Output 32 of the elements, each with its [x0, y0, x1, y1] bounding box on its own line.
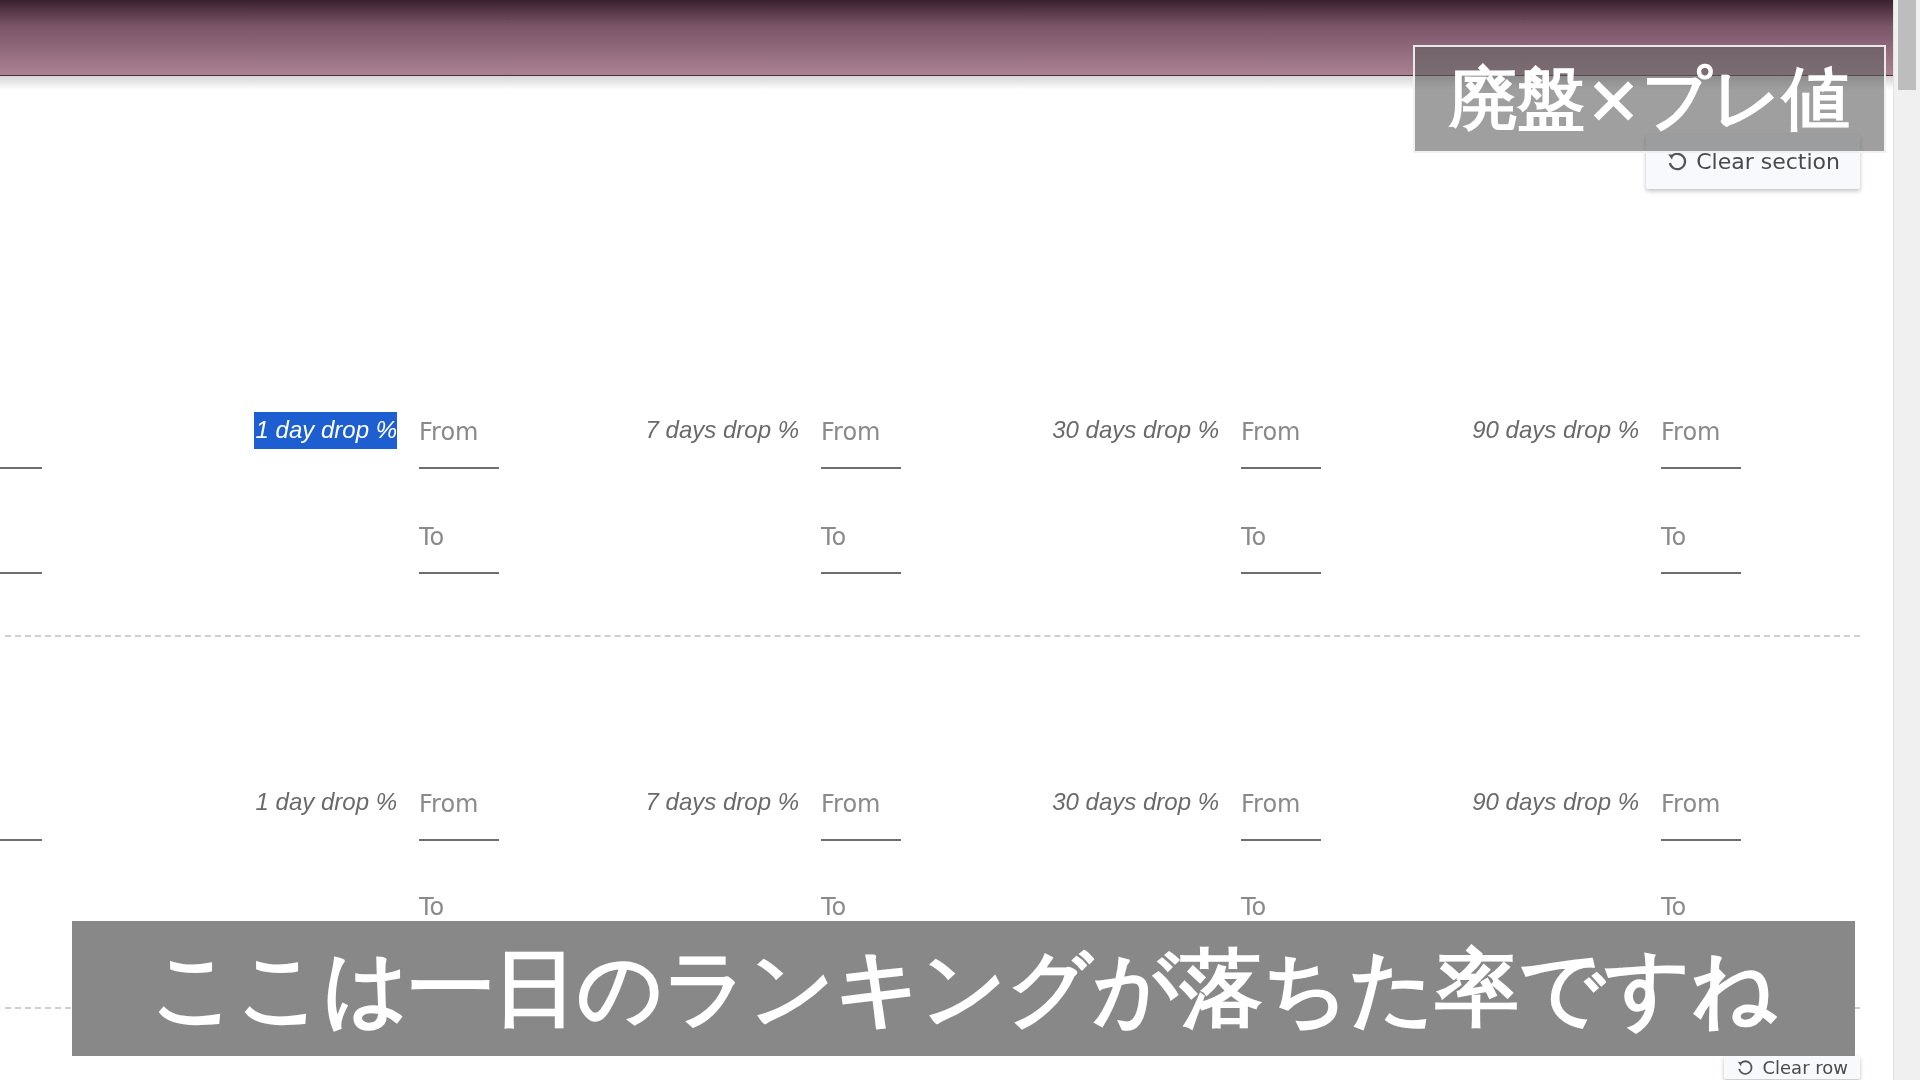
- filter-label: 1 day drop %: [254, 787, 397, 817]
- refresh-icon: [1736, 1058, 1755, 1077]
- filter-label: 1 day drop %: [253, 412, 397, 449]
- input-field[interactable]: From: [1661, 788, 1741, 841]
- input-field[interactable]: To: [419, 521, 499, 574]
- filter-label: 90 days drop %: [1471, 415, 1639, 445]
- filter-label: 7 days drop %: [644, 415, 799, 445]
- input-field[interactable]: To: [821, 521, 901, 574]
- filter-label: 30 days drop %: [1051, 787, 1219, 817]
- input-field[interactable]: From: [821, 416, 901, 469]
- input-field[interactable]: From: [1241, 788, 1321, 841]
- filter-label: 7 days drop %: [644, 787, 799, 817]
- input-field[interactable]: To: [821, 893, 901, 920]
- scrollbar-thumb[interactable]: [1898, 0, 1916, 90]
- input-field[interactable]: From: [1661, 416, 1741, 469]
- input-field[interactable]: To: [419, 893, 499, 920]
- clear-row-button[interactable]: Clear row: [1724, 1056, 1860, 1079]
- input-field[interactable]: To: [1241, 893, 1321, 920]
- clear-section-button[interactable]: Clear section: [1646, 134, 1860, 189]
- scrollbar[interactable]: [1893, 0, 1920, 1080]
- input-field[interactable]: From: [821, 788, 901, 841]
- input-field[interactable]: To: [1661, 893, 1741, 920]
- input-field[interactable]: From: [1241, 416, 1321, 469]
- input-field[interactable]: To: [1661, 521, 1741, 574]
- filter-label: 30 days drop %: [1051, 415, 1219, 445]
- input-field[interactable]: From: [419, 788, 499, 841]
- overlay-title: 廃盤×プレ値: [1413, 45, 1886, 153]
- input-field[interactable]: To: [1241, 521, 1321, 574]
- refresh-icon: [1666, 150, 1689, 173]
- filter-label: 90 days drop %: [1471, 787, 1639, 817]
- input-field[interactable]: From: [419, 416, 499, 469]
- subtitle-caption: ここは一日のランキングが落ちた率ですね: [72, 921, 1855, 1056]
